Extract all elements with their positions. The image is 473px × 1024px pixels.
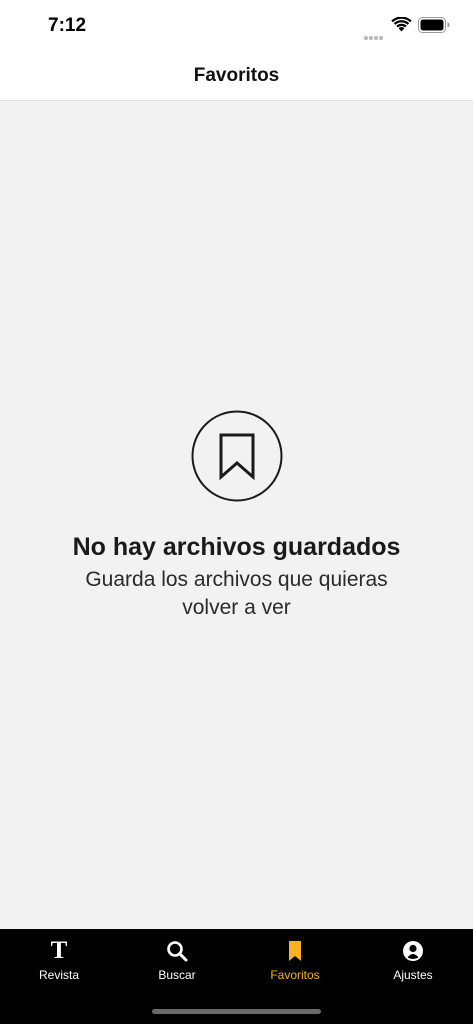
tab-revista[interactable]: T Revista [0,929,118,991]
cellular-signal-icon [364,27,386,40]
tab-buscar[interactable]: Buscar [118,929,236,991]
home-indicator[interactable] [152,1009,321,1014]
favorites-screen: 7:12 Favoritos No hay archivos guardados… [0,0,473,1024]
bookmark-icon [191,410,282,502]
empty-state-subtitle: Guarda los archivos que quieras volver a… [85,568,388,619]
profile-icon [401,939,425,963]
status-time: 7:12 [48,15,87,36]
status-bar: 7:12 [0,0,473,52]
tab-bar: T Revista Buscar Favoritos Ajustes [0,929,473,1024]
tab-favoritos[interactable]: Favoritos [236,929,354,991]
wifi-icon [391,17,412,32]
tab-label: Ajustes [393,968,433,982]
empty-state-title: No hay archivos guardados [72,533,401,561]
bookmark-icon [283,939,307,963]
tab-label: Favoritos [270,968,320,982]
page-title: Favoritos [193,65,280,86]
tab-label: Buscar [158,968,196,982]
battery-icon [418,17,450,33]
revista-t-icon: T [50,937,68,964]
tab-label: Revista [38,968,79,982]
search-icon [165,939,189,963]
navigation-header: Favoritos [0,52,473,101]
empty-state: No hay archivos guardados Guarda los arc… [0,410,473,622]
tab-ajustes[interactable]: Ajustes [354,929,472,991]
